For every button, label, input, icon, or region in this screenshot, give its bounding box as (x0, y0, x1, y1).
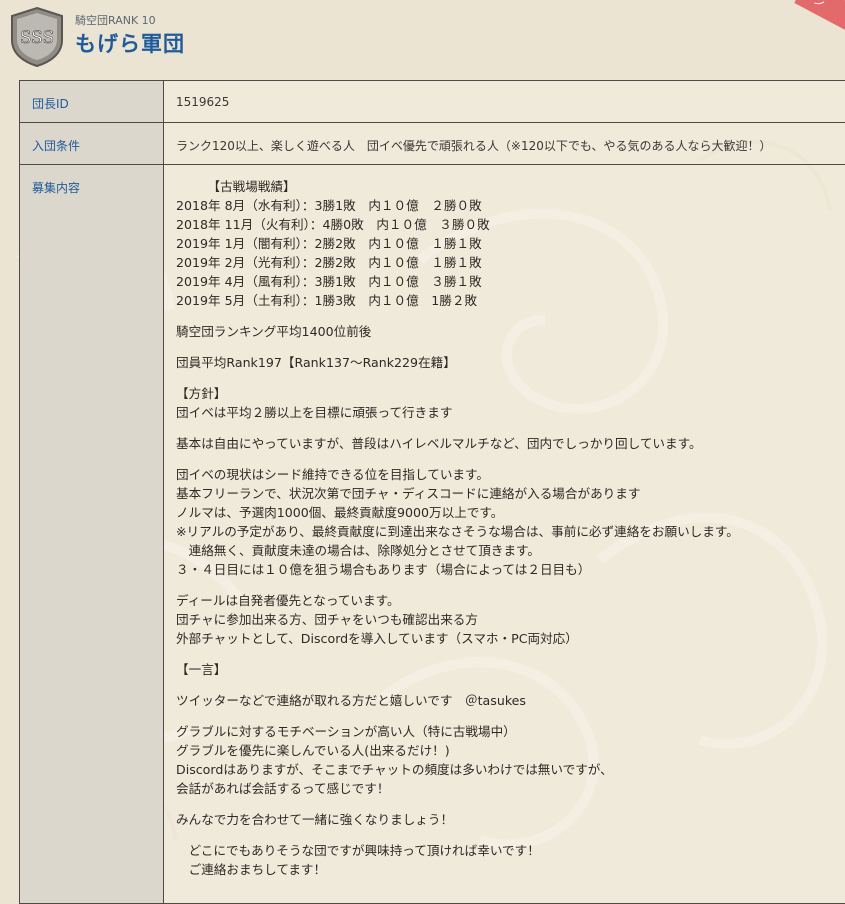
team-rank-label: 騎空団RANK 10 (75, 12, 156, 28)
chat-paragraph: ディールは自発者優先となっています。 団チャに参加出来る方、団チャをいつも確認出… (176, 591, 845, 648)
sss-shield-icon: SSS (8, 6, 66, 68)
corner-ribbon-icon[interactable]: ン (794, 0, 845, 30)
join-conditions-label: 入団条件 (20, 123, 164, 165)
recruitment-content: 【古戦場戦績】 2018年 8月（水有利）：3勝1敗 内１０億 ２勝０敗 201… (164, 165, 845, 904)
closing-paragraph: どこにでもありそうな団ですが興味持って頂ければ幸いです！ ご連絡おまちしてます！ (176, 841, 845, 879)
emblem-text: SSS (20, 28, 54, 48)
motto-paragraph: みんなで力を合わせて一緒に強くなりましょう！ (176, 810, 845, 829)
table-row: 募集内容 【古戦場戦績】 2018年 8月（水有利）：3勝1敗 内１０億 ２勝０… (20, 165, 845, 904)
team-name: もげら軍団 (75, 28, 185, 58)
policy-paragraph: 【方針】 団イベは平均２勝以上を目標に頑張って行きます (176, 384, 845, 422)
wanted-paragraph: グラブルに対するモチベーションが高い人（特に古戦場中） グラブルを優先に楽しんで… (176, 722, 845, 798)
ranking-paragraph: 騎空団ランキング平均1400位前後 (176, 322, 845, 341)
record-paragraph: 【古戦場戦績】 2018年 8月（水有利）：3勝1敗 内１０億 ２勝０敗 201… (176, 177, 845, 310)
comment-heading: 【一言】 (176, 660, 845, 679)
member-rank-paragraph: 団員平均Rank197【Rank137～Rank229在籍】 (176, 353, 845, 372)
recruitment-label: 募集内容 (20, 165, 164, 904)
event-rules-paragraph: 団イベの現状はシード維持できる位を目指しています。 基本フリーランで、状況次第で… (176, 465, 845, 579)
leader-id-value: 1519625 (164, 81, 845, 123)
join-conditions-value: ランク120以上、楽しく遊べる人 団イベ優先で頑張れる人（※120以下でも、やる… (164, 123, 845, 165)
contact-paragraph: ツイッターなどで連絡が取れる方だと嬉しいです ＠tasukes (176, 691, 845, 710)
leader-id-label: 団長ID (20, 81, 164, 123)
activity-paragraph: 基本は自由にやっていますが、普段はハイレベルマルチなど、団内でしっかり回していま… (176, 434, 845, 453)
table-row: 入団条件 ランク120以上、楽しく遊べる人 団イベ優先で頑張れる人（※120以下… (20, 123, 845, 165)
team-info-table: 団長ID 1519625 入団条件 ランク120以上、楽しく遊べる人 団イベ優先… (19, 80, 845, 904)
team-header: SSS 騎空団RANK 10 もげら軍団 ン (0, 0, 845, 72)
table-row: 団長ID 1519625 (20, 81, 845, 123)
